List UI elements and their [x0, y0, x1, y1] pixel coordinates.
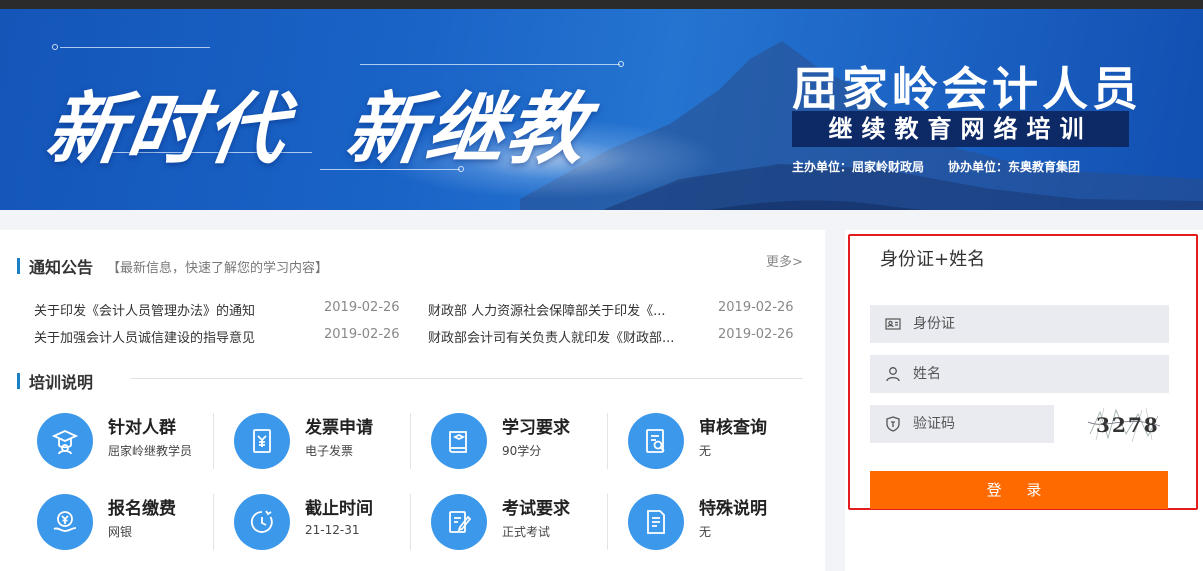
card-subtitle: 90学分	[502, 444, 542, 458]
card-title: 截止时间	[305, 499, 373, 519]
site-subtitle: 继续教育网络培训	[792, 111, 1129, 147]
section-marker	[17, 258, 20, 274]
training-section-header: 培训说明	[17, 369, 93, 393]
decor-line	[60, 47, 210, 48]
more-link[interactable]: 更多>	[766, 251, 803, 270]
captcha-text: 3278	[1096, 413, 1160, 437]
info-card-payment[interactable]: 报名缴费 网银	[17, 481, 214, 561]
card-subtitle: 无	[699, 444, 712, 458]
captcha-input[interactable]	[913, 416, 1043, 432]
site-title: 屈家岭会计人员	[792, 62, 1142, 116]
card-title: 特殊说明	[699, 499, 767, 519]
info-card-deadline[interactable]: 截止时间 21-12-31	[214, 481, 411, 561]
card-subtitle: 屈家岭继教学员	[108, 444, 193, 458]
id-field[interactable]	[870, 305, 1169, 343]
notice-item[interactable]: 财政部会计司有关负责人就印发《财政部...	[428, 327, 674, 346]
notice-section-header: 通知公告 【最新信息，快速了解您的学习内容】	[17, 254, 328, 278]
captcha-image[interactable]: 3278	[1086, 404, 1162, 444]
decor-dot	[618, 61, 624, 67]
info-card-audit[interactable]: 审核查询 无	[608, 400, 805, 480]
captcha-field[interactable]	[870, 405, 1054, 443]
training-title: 培训说明	[29, 373, 94, 392]
notice-date: 2019-02-26	[718, 300, 794, 315]
organizer-info: 主办单位：屈家岭财政局 协办单位：东奥教育集团	[792, 158, 1104, 175]
user-icon	[885, 366, 901, 382]
login-button[interactable]: 登 录	[870, 471, 1168, 509]
card-title: 学习要求	[502, 418, 570, 438]
notice-date: 2019-02-26	[324, 327, 400, 342]
audit-search-icon	[628, 413, 684, 469]
login-title: 身份证+姓名	[880, 249, 986, 270]
notice-item[interactable]: 关于加强会计人员诚信建设的指导意见	[34, 327, 255, 346]
header-banner: 新时代 新继教 屈家岭会计人员 继续教育网络培训 主办单位：屈家岭财政局 协办单位…	[0, 9, 1203, 210]
clock-icon	[234, 494, 290, 550]
document-icon	[628, 494, 684, 550]
notice-hint: 【最新信息，快速了解您的学习内容】	[107, 260, 329, 276]
info-card-target-group[interactable]: 针对人群 屈家岭继教学员	[17, 400, 214, 480]
decor-dot	[52, 44, 58, 50]
exam-edit-icon	[431, 494, 487, 550]
info-card-special[interactable]: 特殊说明 无	[608, 481, 805, 561]
card-subtitle: 网银	[108, 525, 133, 539]
card-subtitle: 21-12-31	[305, 523, 360, 537]
card-title: 考试要求	[502, 499, 570, 519]
card-subtitle: 正式考试	[502, 525, 551, 539]
notice-item[interactable]: 财政部 人力资源社会保障部关于印发《...	[428, 300, 666, 319]
card-subtitle: 无	[699, 525, 712, 539]
notice-title: 通知公告	[29, 258, 94, 277]
card-subtitle: 电子发票	[305, 444, 354, 458]
slogan-left: 新时代	[40, 85, 294, 175]
id-card-icon	[885, 316, 901, 332]
notice-item[interactable]: 关于印发《会计人员管理办法》的通知	[34, 300, 255, 319]
card-title: 发票申请	[305, 418, 373, 438]
card-title: 针对人群	[108, 418, 176, 438]
host-org: 主办单位：屈家岭财政局	[792, 160, 925, 174]
invoice-icon	[234, 413, 290, 469]
decor-line	[360, 64, 620, 65]
id-input[interactable]	[913, 316, 1143, 332]
card-title: 报名缴费	[108, 499, 176, 519]
name-field[interactable]	[870, 355, 1169, 393]
info-card-study[interactable]: 学习要求 90学分	[411, 400, 608, 480]
shield-icon	[885, 416, 901, 432]
slogan-right: 新继教	[340, 85, 594, 175]
info-card-exam[interactable]: 考试要求 正式考试	[411, 481, 608, 561]
co-host-org: 协办单位：东奥教育集团	[948, 160, 1081, 174]
notice-date: 2019-02-26	[324, 300, 400, 315]
name-input[interactable]	[913, 366, 1143, 382]
section-divider	[131, 378, 803, 379]
info-card-invoice[interactable]: 发票申请 电子发票	[214, 400, 411, 480]
card-title: 审核查询	[699, 418, 767, 438]
section-marker	[17, 373, 20, 389]
notice-date: 2019-02-26	[718, 327, 794, 342]
top-bar	[0, 0, 1203, 9]
book-icon	[431, 413, 487, 469]
payment-icon	[37, 494, 93, 550]
graduate-icon	[37, 413, 93, 469]
